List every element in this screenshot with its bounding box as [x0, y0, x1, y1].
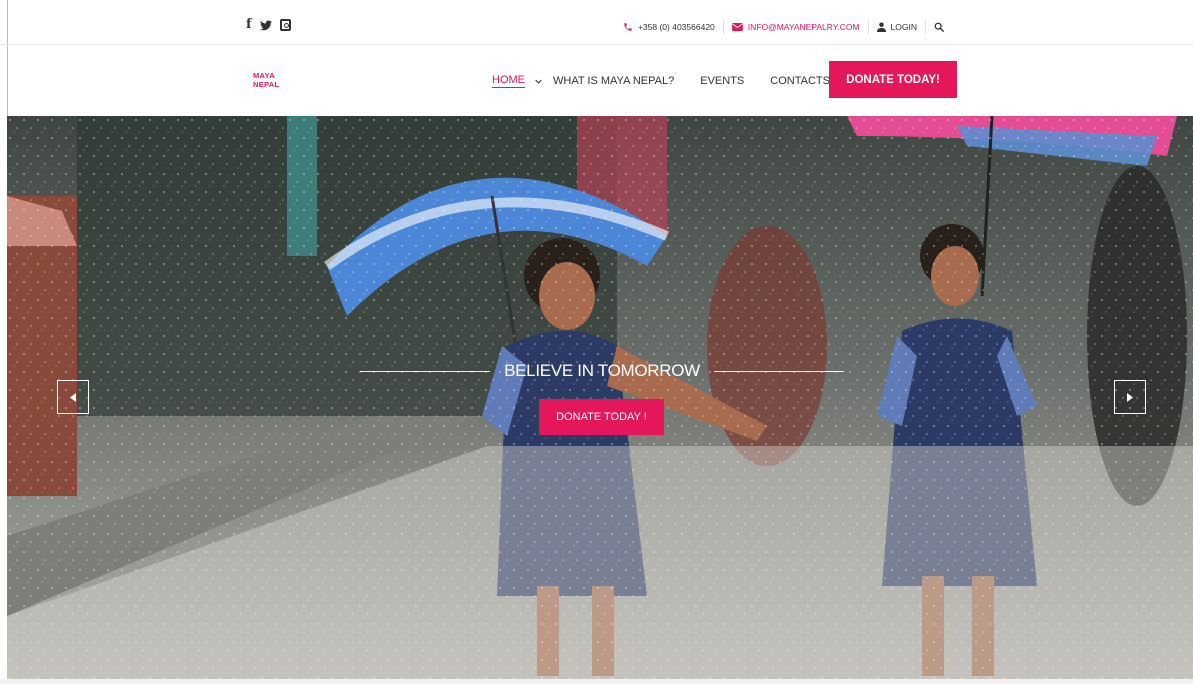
search-icon: [934, 22, 944, 32]
search-button[interactable]: [926, 20, 952, 34]
caret-right-icon: [1127, 392, 1133, 402]
social-links: f: [246, 18, 291, 31]
envelope-icon: [731, 23, 743, 31]
nav-item-contacts[interactable]: CONTACTS: [770, 73, 830, 89]
slider-next-button[interactable]: [1114, 380, 1146, 414]
logo-line-1: MAYA: [253, 71, 275, 80]
user-icon: [876, 22, 886, 32]
phone-icon: [624, 23, 632, 31]
nav-menu: HOME WHAT IS MAYA NEPAL? EVENTS CONTACTS: [492, 73, 856, 89]
top-utility-bar: f +358 (0) 403566420 INFO@MAYANEPALRY.CO…: [0, 0, 1193, 45]
hero-slider: BELIEVE IN TOMORROW DONATE TODAY !: [7, 116, 1193, 679]
email-address: INFO@MAYANEPALRY.COM: [747, 22, 860, 32]
title-rule-left: [360, 370, 491, 372]
phone-number: +358 (0) 403566420: [637, 22, 715, 32]
nav-item-label: CONTACTS: [770, 75, 830, 87]
caret-left-icon: [70, 392, 76, 402]
main-navbar: MAYA NEPAL HOME WHAT IS MAYA NEPAL? EVEN…: [0, 46, 1193, 116]
facebook-icon[interactable]: f: [246, 18, 252, 31]
twitter-icon[interactable]: [259, 19, 272, 31]
page-bottom-strip: [0, 679, 1193, 684]
nav-item-home[interactable]: HOME: [492, 73, 525, 89]
contact-info: +358 (0) 403566420 INFO@MAYANEPALRY.COM …: [615, 20, 952, 34]
email-item[interactable]: INFO@MAYANEPALRY.COM: [724, 20, 868, 34]
nav-item-label: WHAT IS MAYA NEPAL?: [553, 75, 675, 87]
nav-item-label: EVENTS: [700, 75, 745, 87]
nav-item-label: HOME: [492, 74, 525, 88]
chevron-down-icon[interactable]: [535, 79, 542, 84]
donate-today-button[interactable]: DONATE TODAY!: [829, 61, 957, 98]
brand-logo[interactable]: MAYA NEPAL: [253, 71, 279, 89]
logo-line-2: NEPAL: [253, 80, 280, 89]
hero-title: BELIEVE IN TOMORROW: [504, 361, 700, 380]
login-link[interactable]: LOGIN: [869, 20, 925, 34]
hero-donate-button[interactable]: DONATE TODAY !: [539, 399, 664, 435]
login-label: LOGIN: [890, 22, 917, 32]
title-rule-right: [713, 370, 845, 372]
nav-item-events[interactable]: EVENTS: [700, 73, 744, 89]
hero-title-row: BELIEVE IN TOMORROW: [360, 359, 845, 383]
instagram-icon[interactable]: [279, 19, 291, 31]
phone-item[interactable]: +358 (0) 403566420: [615, 20, 723, 34]
nav-item-what-is-maya-nepal[interactable]: WHAT IS MAYA NEPAL?: [535, 73, 674, 89]
hero-background-image: [7, 116, 1193, 679]
slider-prev-button[interactable]: [57, 380, 89, 414]
